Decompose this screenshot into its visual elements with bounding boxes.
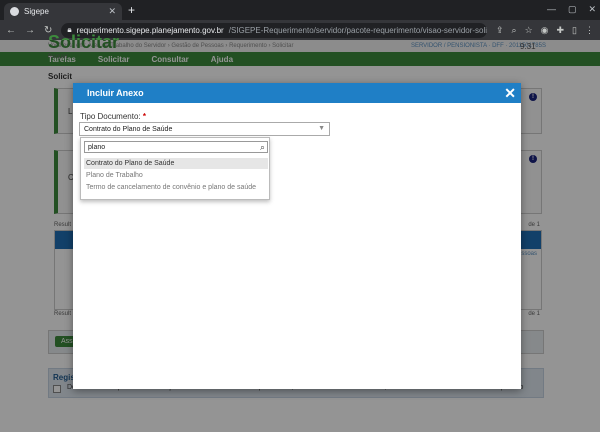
share-icon[interactable]: ⇪ — [496, 25, 504, 36]
sidepanel-icon[interactable]: ▯ — [572, 25, 577, 36]
bookmark-star-icon[interactable]: ☆ — [525, 25, 533, 36]
tipo-documento-dropdown: plano ⌕ Contrato do Plano de Saúde Plano… — [80, 137, 270, 200]
extension-icon[interactable]: ◉ — [541, 25, 549, 36]
maximize-icon[interactable]: ▢ — [568, 4, 577, 15]
window-close-icon[interactable]: ✕ — [588, 4, 596, 15]
required-marker: * — [142, 112, 146, 121]
forward-icon[interactable]: → — [25, 25, 35, 36]
dialog-title: Incluir Anexo — [87, 88, 144, 98]
tab-close-icon[interactable]: ✕ — [108, 6, 116, 17]
new-tab-icon[interactable]: + — [128, 3, 135, 17]
tipo-documento-select[interactable]: Contrato do Plano de Saúde ▼ — [79, 122, 330, 136]
toolbar-icons: ⇪ ⌕ ☆ ◉ ✚ ▯ ⋮ — [496, 25, 594, 36]
search-value: plano — [88, 144, 106, 151]
tab-title: Sigepe — [24, 7, 49, 16]
dropdown-option[interactable]: Contrato do Plano de Saúde — [84, 158, 268, 169]
chevron-down-icon: ▼ — [318, 125, 325, 132]
dialog-header: Incluir Anexo — [73, 83, 521, 103]
back-icon[interactable]: ← — [6, 25, 16, 36]
search-icon: ⌕ — [259, 142, 265, 152]
incluir-anexo-dialog: Incluir Anexo ✕ Tipo Documento: * Contra… — [73, 83, 521, 389]
window-controls: — ▢ ✕ — [547, 4, 596, 15]
zoom-icon[interactable]: ⌕ — [512, 25, 517, 36]
browser-tab[interactable]: Sigepe ✕ — [4, 3, 122, 20]
field-label-text: Tipo Documento: — [80, 112, 141, 121]
address-bar[interactable]: 🔒︎ requerimento.sigepe.planejamento.gov.… — [61, 22, 487, 38]
url-path: /SIGEPE-Requerimento/servidor/pacote-req… — [228, 25, 487, 35]
site-favicon-icon — [10, 7, 19, 16]
dropdown-option[interactable]: Plano de Trabalho — [84, 170, 268, 181]
tipo-documento-label: Tipo Documento: * — [80, 112, 146, 121]
dropdown-option[interactable]: Termo de cancelamento de convênio e plan… — [84, 182, 268, 193]
browser-tab-bar: Sigepe ✕ + — ▢ ✕ — [0, 0, 600, 20]
select-value: Contrato do Plano de Saúde — [84, 126, 173, 133]
close-icon[interactable]: ✕ — [504, 85, 516, 101]
menu-icon[interactable]: ⋮ — [585, 25, 594, 36]
puzzle-icon[interactable]: ✚ — [557, 25, 565, 36]
dropdown-search-input[interactable]: plano ⌕ — [84, 141, 268, 153]
minimize-icon[interactable]: — — [547, 4, 556, 15]
